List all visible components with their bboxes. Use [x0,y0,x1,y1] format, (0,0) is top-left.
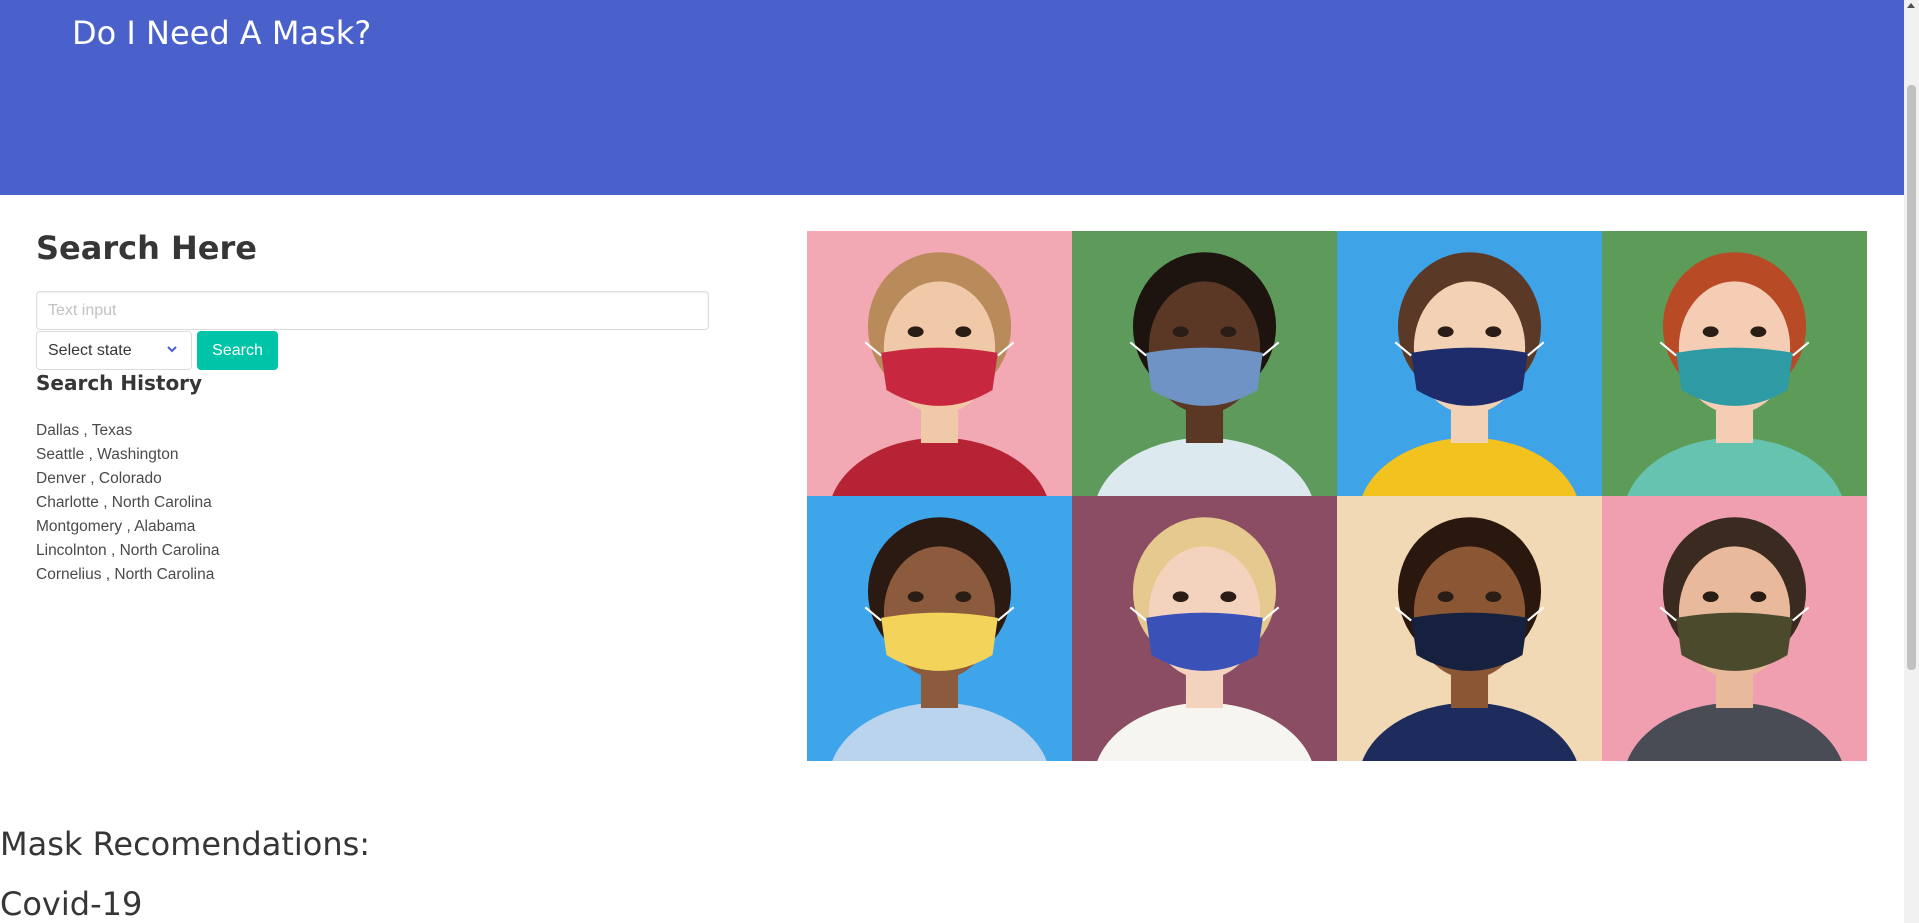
portrait-image [807,496,1072,761]
photo-tile [1337,496,1602,761]
photo-tile [1602,496,1867,761]
photo-tile [1602,231,1867,496]
history-item[interactable]: Cornelius , North Carolina [36,563,220,587]
portrait-image [807,231,1072,496]
covid-heading: Covid-19 [0,885,143,923]
vertical-scrollbar[interactable] [1904,0,1919,923]
state-select-value: Select state [48,342,132,359]
site-title: Do I Need A Mask? [72,14,372,52]
portrait-image [1602,496,1867,761]
search-button[interactable]: Search [197,331,278,370]
state-select[interactable]: Select state [36,331,192,370]
scroll-up-icon[interactable] [1907,3,1915,8]
masked-people-collage [807,231,1867,761]
history-item[interactable]: Montgomery , Alabama [36,515,220,539]
photo-tile [807,496,1072,761]
history-item[interactable]: Denver , Colorado [36,467,220,491]
search-heading: Search Here [36,229,257,267]
search-input[interactable] [36,291,709,330]
history-item[interactable]: Dallas , Texas [36,419,220,443]
search-history-list: Dallas , Texas Seattle , Washington Denv… [36,419,220,587]
history-item[interactable]: Charlotte , North Carolina [36,491,220,515]
history-item[interactable]: Lincolnton , North Carolina [36,539,220,563]
photo-tile [1072,496,1337,761]
portrait-image [1602,231,1867,496]
mask-recommendations-heading: Mask Recomendations: [0,825,371,863]
history-item[interactable]: Seattle , Washington [36,443,220,467]
portrait-image [1072,231,1337,496]
photo-tile [1072,231,1337,496]
portrait-image [1337,496,1602,761]
hero-banner: Do I Need A Mask? [0,0,1904,195]
scrollbar-thumb[interactable] [1907,85,1916,670]
chevron-down-icon [167,346,177,353]
photo-tile [807,231,1072,496]
portrait-image [1337,231,1602,496]
photo-tile [1337,231,1602,496]
search-history-heading: Search History [36,371,203,395]
portrait-image [1072,496,1337,761]
